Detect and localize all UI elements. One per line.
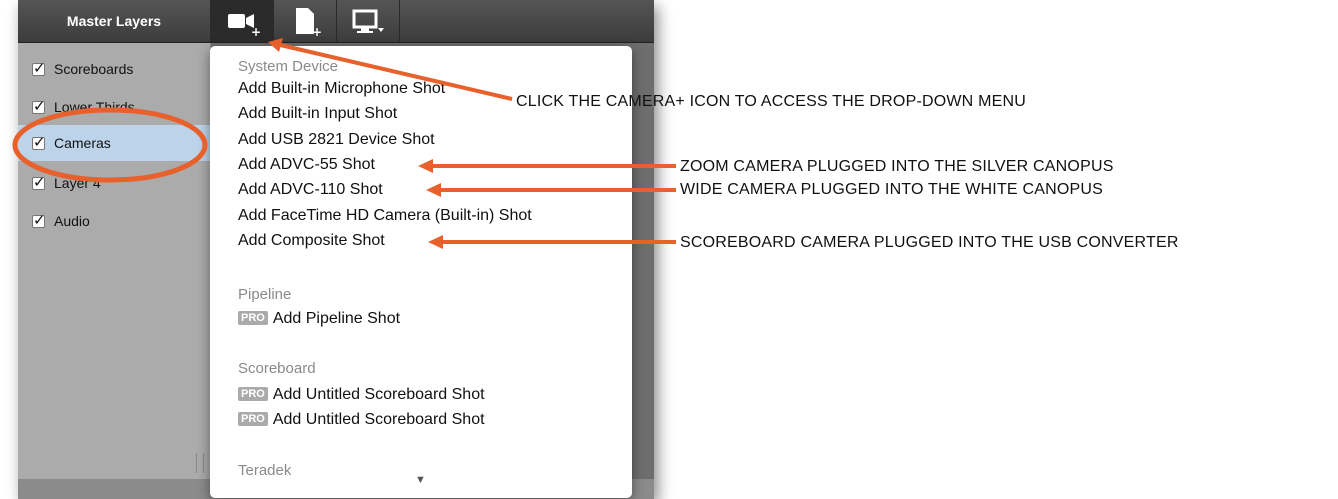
advc55-annotation: ZOOM CAMERA PLUGGED INTO THE SILVER CANO…: [680, 158, 1114, 175]
layer-checkbox[interactable]: [32, 59, 46, 77]
layer-checkbox[interactable]: [32, 211, 46, 229]
pro-badge: PRO: [238, 311, 268, 325]
layer-item-scoreboards[interactable]: Scoreboards: [18, 51, 210, 87]
layer-label: Audio: [54, 213, 90, 229]
layers-sidebar: Scoreboards Lower Thirds Cameras Layer 4…: [18, 43, 211, 479]
layer-label: Layer 4: [54, 175, 101, 191]
advc110-annotation: WIDE CAMERA PLUGGED INTO THE WHITE CANOP…: [680, 181, 1103, 198]
menu-item-label: Add Pipeline Shot: [272, 310, 401, 327]
layer-label: Scoreboards: [54, 61, 134, 77]
layer-item-audio[interactable]: Audio: [18, 203, 210, 239]
menu-item-advc-55[interactable]: Add ADVC-55 Shot: [238, 156, 375, 174]
layer-label: Lower Thirds: [54, 99, 135, 115]
new-document-button[interactable]: +: [274, 0, 337, 42]
menu-item-scoreboard[interactable]: PRO Add Untitled Scoreboard Shot: [238, 386, 485, 404]
pro-badge: PRO: [238, 387, 268, 401]
menu-item-builtin-microphone[interactable]: Add Built-in Microphone Shot: [238, 80, 445, 98]
svg-text:+: +: [251, 25, 261, 36]
menu-item-builtin-input[interactable]: Add Built-in Input Shot: [238, 105, 397, 123]
composite-annotation: SCOREBOARD CAMERA PLUGGED INTO THE USB C…: [680, 234, 1179, 251]
resize-grip[interactable]: [196, 453, 204, 473]
add-shot-dropdown-menu: System Device Add Built-in Microphone Sh…: [210, 46, 632, 498]
menu-section-title: Teradek: [238, 462, 292, 479]
menu-item-advc-110[interactable]: Add ADVC-110 Shot: [238, 181, 383, 199]
sidebar-header: Master Layers: [18, 0, 211, 42]
menu-section-title: Scoreboard: [238, 360, 316, 377]
camera-icon-annotation: CLICK THE CAMERA+ ICON TO ACCESS THE DRO…: [516, 93, 1026, 110]
layer-checkbox[interactable]: [32, 173, 46, 191]
menu-item-pipeline[interactable]: PRO Add Pipeline Shot: [238, 310, 400, 328]
menu-item-usb-2821[interactable]: Add USB 2821 Device Shot: [238, 131, 435, 149]
layer-item-lower-thirds[interactable]: Lower Thirds: [18, 89, 210, 125]
scroll-down-arrow[interactable]: ▼: [415, 474, 426, 486]
layer-checkbox[interactable]: [32, 133, 46, 151]
camera-plus-icon: +: [228, 14, 261, 36]
menu-section-title: System Device: [238, 58, 339, 75]
toolbar-buttons: + +: [211, 0, 400, 42]
layer-checkbox[interactable]: [32, 97, 46, 115]
layer-item-cameras[interactable]: Cameras: [18, 125, 210, 161]
menu-item-scoreboard[interactable]: PRO Add Untitled Scoreboard Shot: [238, 411, 485, 429]
pro-badge: PRO: [238, 412, 268, 426]
layer-item-layer-4[interactable]: Layer 4: [18, 165, 210, 201]
menu-section-title: Pipeline: [238, 286, 292, 303]
camera-plus-button[interactable]: +: [211, 0, 274, 42]
menu-item-composite[interactable]: Add Composite Shot: [238, 232, 385, 250]
display-button[interactable]: [337, 0, 400, 42]
top-toolbar: Master Layers + +: [18, 0, 654, 43]
menu-item-label: Add Untitled Scoreboard Shot: [272, 386, 485, 403]
menu-item-label: Add Untitled Scoreboard Shot: [272, 411, 485, 428]
document-plus-icon: +: [296, 8, 322, 37]
monitor-dropdown-icon: [352, 9, 384, 33]
svg-text:+: +: [312, 25, 322, 37]
menu-item-facetime-hd[interactable]: Add FaceTime HD Camera (Built-in) Shot: [238, 207, 532, 225]
layer-label: Cameras: [54, 135, 111, 151]
